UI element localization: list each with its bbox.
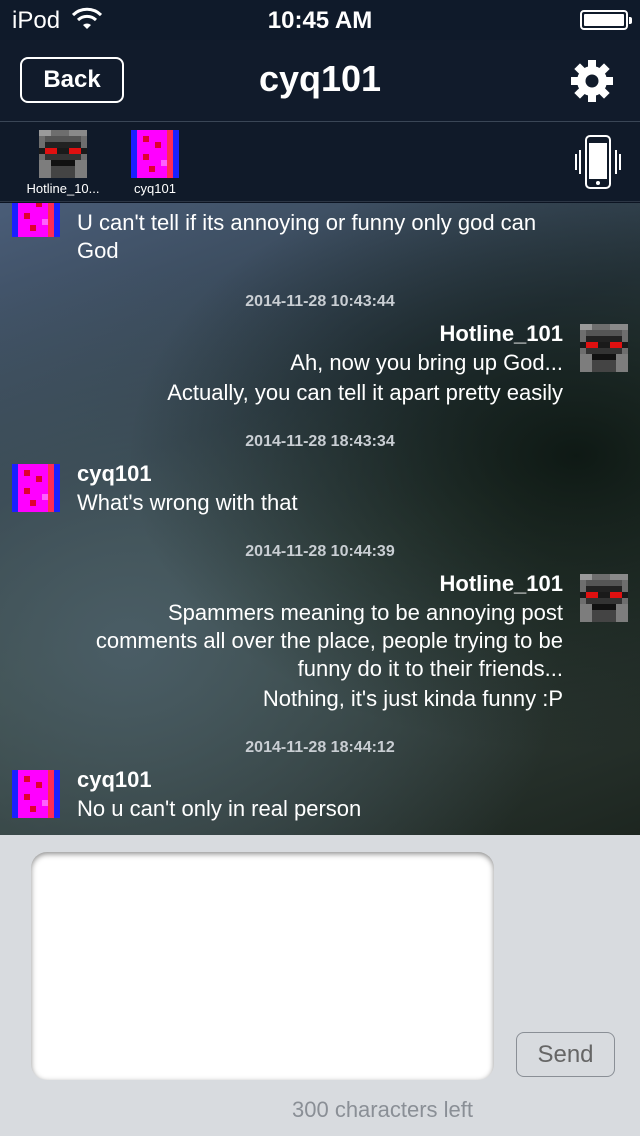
message-text: No u can't only in real person bbox=[77, 796, 362, 821]
message-timestamp: 2014-11-28 10:44:39 bbox=[245, 543, 395, 560]
message-sender: Hotline_101 bbox=[439, 571, 564, 596]
message-timestamp: 2014-11-28 10:43:44 bbox=[245, 293, 395, 310]
battery-icon bbox=[580, 10, 632, 30]
avatar bbox=[580, 574, 628, 622]
message-timestamp: 2014-11-28 18:43:34 bbox=[245, 433, 395, 450]
compose-area: Send 300 characters left bbox=[0, 835, 640, 1136]
message-timestamp: 2014-11-28 18:44:12 bbox=[245, 739, 395, 756]
avatar bbox=[580, 324, 628, 372]
avatar bbox=[12, 464, 60, 512]
chat-transcript[interactable]: U can't tell if its annoying or funny on… bbox=[0, 203, 640, 835]
message-text: Spammers meaning to be annoying post com… bbox=[95, 600, 563, 711]
avatar bbox=[12, 203, 60, 237]
message-text: Ah, now you bring up God... Actually, yo… bbox=[167, 350, 563, 405]
participant-hotline[interactable]: Hotline_10... bbox=[18, 130, 108, 196]
nav-bar: Back cyq101 bbox=[0, 40, 640, 122]
back-button[interactable]: Back bbox=[20, 57, 124, 103]
participants-bar: Hotline_10... cyq101 bbox=[0, 122, 640, 202]
avatar bbox=[131, 130, 179, 178]
participant-cyq101[interactable]: cyq101 bbox=[110, 130, 200, 196]
avatar bbox=[12, 770, 60, 818]
message-input[interactable] bbox=[31, 852, 494, 1080]
gear-icon[interactable] bbox=[570, 59, 614, 103]
participant-name: Hotline_10... bbox=[26, 181, 100, 196]
message-sender: cyq101 bbox=[77, 461, 152, 486]
message-sender: Hotline_101 bbox=[439, 321, 564, 346]
phone-vibrate-icon[interactable] bbox=[574, 134, 622, 190]
message-sender: cyq101 bbox=[77, 767, 152, 792]
status-time: 10:45 AM bbox=[267, 7, 373, 34]
participant-name: cyq101 bbox=[134, 181, 176, 196]
message-text: What's wrong with that bbox=[77, 490, 298, 515]
avatar bbox=[39, 130, 87, 178]
send-button[interactable]: Send bbox=[516, 1032, 615, 1077]
characters-left-counter: 300 characters left bbox=[292, 1097, 473, 1122]
status-bar: iPod 10:45 AM bbox=[0, 0, 640, 40]
message-text: U can't tell if its annoying or funny on… bbox=[77, 210, 537, 263]
